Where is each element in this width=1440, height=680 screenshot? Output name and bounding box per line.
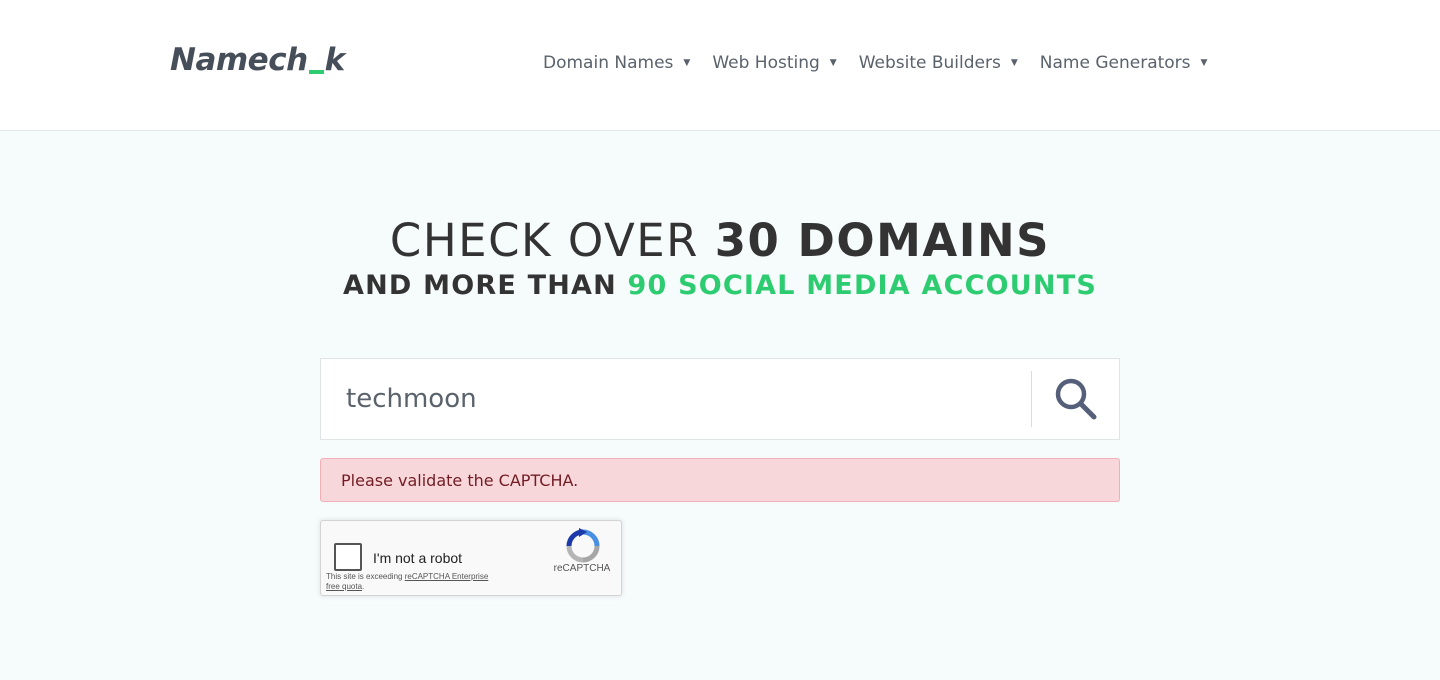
nav-item-web-hosting[interactable]: Web Hosting ▼ bbox=[712, 53, 836, 73]
recaptcha-quota-note: This site is exceeding reCAPTCHA Enterpr… bbox=[326, 572, 496, 592]
hero-subtitle: AND MORE THAN 90 SOCIAL MEDIA ACCOUNTS bbox=[0, 269, 1440, 303]
nav-item-label: Domain Names bbox=[543, 53, 674, 73]
hero-subtitle-prefix: AND MORE THAN bbox=[343, 270, 628, 301]
alert-message: Please validate the CAPTCHA. bbox=[341, 470, 579, 490]
search-icon bbox=[1055, 378, 1097, 420]
logo-underscore-accent bbox=[308, 70, 324, 74]
site-header: Namech k Domain Names ▼ Web Hosting ▼ Web… bbox=[0, 0, 1440, 131]
main-nav: Domain Names ▼ Web Hosting ▼ Website Bui… bbox=[543, 53, 1229, 73]
nav-item-domain-names[interactable]: Domain Names ▼ bbox=[543, 53, 690, 73]
recaptcha-widget: I'm not a robot This site is exceeding r… bbox=[320, 520, 622, 596]
caret-down-icon: ▼ bbox=[1010, 58, 1018, 68]
site-logo[interactable]: Namech k bbox=[170, 42, 345, 78]
search-box bbox=[320, 358, 1120, 440]
logo-text-end: k bbox=[324, 42, 346, 78]
search-button[interactable] bbox=[1032, 359, 1120, 439]
hero-heading: CHECK OVER 30 DOMAINS AND MORE THAN 90 S… bbox=[0, 215, 1440, 303]
nav-item-label: Name Generators bbox=[1039, 53, 1191, 73]
captcha-error-alert: Please validate the CAPTCHA. bbox=[320, 458, 1120, 502]
hero-subtitle-highlight: 90 SOCIAL MEDIA ACCOUNTS bbox=[627, 270, 1097, 301]
hero-title-prefix: CHECK OVER bbox=[389, 214, 715, 267]
recaptcha-label: I'm not a robot bbox=[373, 550, 463, 566]
caret-down-icon: ▼ bbox=[683, 58, 691, 68]
hero-title-bold: 30 DOMAINS bbox=[714, 214, 1051, 267]
caret-down-icon: ▼ bbox=[1200, 58, 1208, 68]
search-input[interactable] bbox=[321, 359, 1031, 439]
recaptcha-note-end: . bbox=[362, 582, 365, 591]
logo-text-start: Namech bbox=[170, 42, 308, 78]
recaptcha-logo-icon bbox=[566, 528, 600, 563]
recaptcha-brand: reCAPTCHA bbox=[553, 563, 611, 574]
nav-item-name-generators[interactable]: Name Generators ▼ bbox=[1040, 53, 1208, 73]
nav-item-website-builders[interactable]: Website Builders ▼ bbox=[859, 53, 1018, 73]
hero-title: CHECK OVER 30 DOMAINS bbox=[0, 215, 1440, 267]
nav-item-label: Website Builders bbox=[858, 53, 1001, 73]
recaptcha-note-text: This site is exceeding bbox=[326, 572, 405, 581]
nav-item-label: Web Hosting bbox=[712, 53, 820, 73]
caret-down-icon: ▼ bbox=[829, 58, 837, 68]
recaptcha-checkbox[interactable] bbox=[334, 543, 362, 571]
